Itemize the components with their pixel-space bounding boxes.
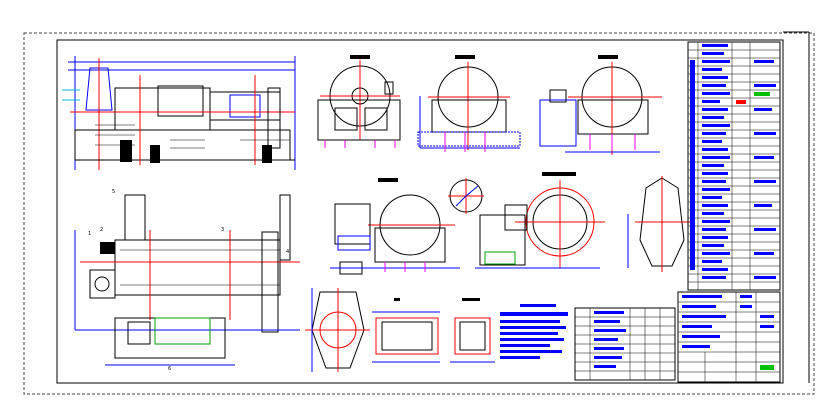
callout-3: 3 (221, 227, 224, 233)
callout-2: 2 (100, 227, 103, 233)
plan-view (74, 194, 300, 366)
end-view-1 (317, 55, 401, 148)
title-block (677, 291, 781, 383)
cone-end-view (627, 176, 690, 272)
item-callouts: 1 2 3 4 5 6 (88, 189, 289, 372)
spec-table (687, 41, 781, 291)
end-view-2 (417, 55, 521, 152)
callout-5: 5 (112, 189, 115, 195)
parts-list-table (574, 307, 676, 381)
frame-view-a (372, 298, 440, 363)
vessel-front-view (305, 288, 370, 372)
sheet-border (23, 31, 815, 395)
drawing-sheet: 1 2 3 4 5 6 (23, 31, 815, 395)
end-view-3 (539, 55, 662, 155)
section-view-a (330, 178, 460, 275)
callout-1: 1 (88, 231, 91, 237)
section-view-b (475, 172, 605, 269)
notes-block (500, 304, 568, 359)
callout-4: 4 (286, 249, 289, 255)
side-elevation-view (62, 56, 296, 170)
frame-view-b (450, 298, 495, 363)
gear-detail (448, 178, 484, 214)
callout-6: 6 (168, 366, 171, 372)
